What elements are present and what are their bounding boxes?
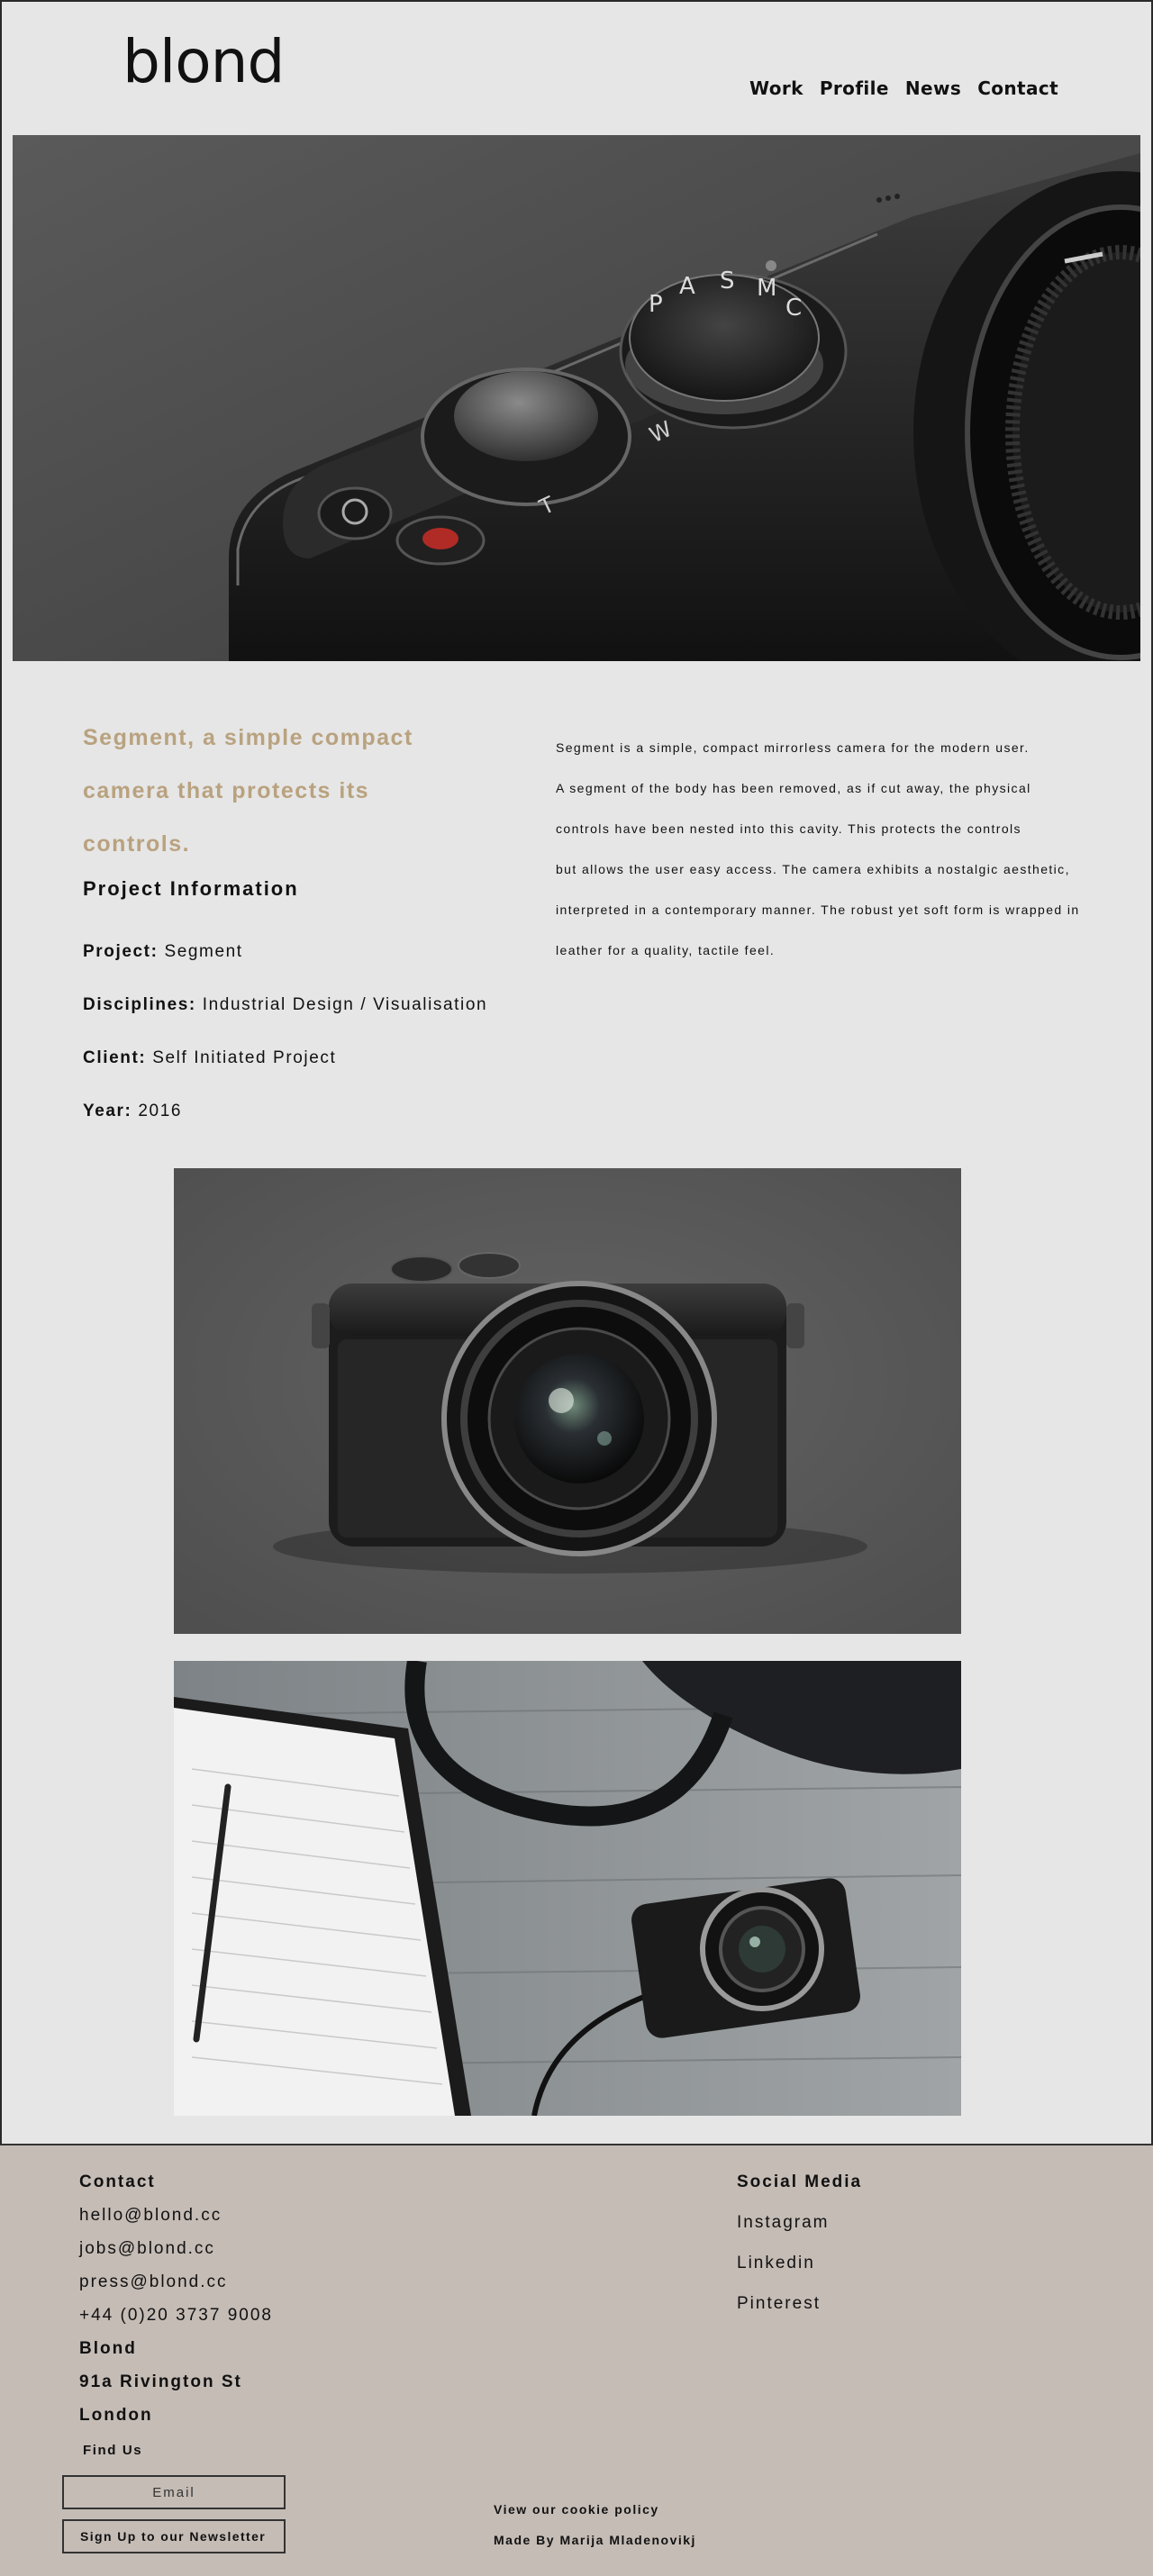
address-city: London: [79, 2406, 153, 2425]
svg-text:A: A: [679, 273, 695, 300]
address-name: Blond: [79, 2339, 137, 2358]
description-line: A segment of the body has been removed, …: [556, 781, 1031, 795]
project-headline: Segment, a simple compact camera that pr…: [83, 712, 461, 871]
headline-line: camera that protects its: [83, 778, 370, 803]
meta-year: Year: 2016: [83, 1102, 182, 1121]
nav-item-news[interactable]: News: [905, 77, 961, 99]
meta-disciplines: Disciplines: Industrial Design / Visuali…: [83, 995, 487, 1015]
site-credit: Made By Marija Mladenovikj: [494, 2533, 696, 2547]
headline-line: controls.: [83, 831, 191, 857]
svg-text:P: P: [649, 291, 663, 318]
meta-label: Year:: [83, 1102, 132, 1120]
project-info-title: Project Information: [83, 877, 299, 900]
meta-project: Project: Segment: [83, 942, 243, 962]
project-description: Segment is a simple, compact mirrorless …: [556, 728, 1132, 971]
social-link-pinterest[interactable]: Pinterest: [737, 2294, 821, 2314]
social-link-instagram[interactable]: Instagram: [737, 2213, 829, 2233]
address-street: 91a Rivington St: [79, 2372, 242, 2391]
contact-title: Contact: [79, 2172, 156, 2191]
meta-label: Project:: [83, 942, 159, 961]
description-line: Segment is a simple, compact mirrorless …: [556, 740, 1030, 755]
logo[interactable]: blond: [123, 32, 285, 92]
find-us-link[interactable]: Find Us: [83, 2443, 142, 2458]
newsletter-signup-button[interactable]: Sign Up to our Newsletter: [62, 2519, 286, 2553]
main-nav: Work Profile News Contact: [749, 77, 1058, 99]
cookie-policy-link[interactable]: View our cookie policy: [494, 2502, 659, 2517]
meta-value: Self Initiated Project: [152, 1048, 337, 1067]
description-line: interpreted in a contemporary manner. Th…: [556, 903, 1080, 917]
svg-text:C: C: [785, 295, 802, 322]
description-line: but allows the user easy access. The cam…: [556, 862, 1070, 876]
hero-camera-illustration: P A S M C W T: [13, 135, 1140, 661]
description-line: leather for a quality, tactile feel.: [556, 943, 776, 957]
headline-line: Segment, a simple compact: [83, 725, 413, 750]
svg-text:M: M: [757, 275, 776, 302]
hero-image: P A S M C W T: [13, 135, 1140, 661]
meta-value: 2016: [138, 1102, 183, 1120]
social-link-linkedin[interactable]: Linkedin: [737, 2254, 815, 2273]
lifestyle-illustration: [174, 1661, 961, 2116]
camera-front-image: [174, 1168, 961, 1634]
social-title: Social Media: [737, 2172, 863, 2191]
meta-label: Disciplines:: [83, 995, 196, 1014]
meta-value: Segment: [164, 942, 243, 961]
camera-front-illustration: [174, 1168, 961, 1634]
description-line: controls have been nested into this cavi…: [556, 821, 1021, 836]
nav-item-profile[interactable]: Profile: [820, 77, 889, 99]
contact-email-hello[interactable]: hello@blond.cc: [79, 2206, 222, 2226]
contact-email-jobs[interactable]: jobs@blond.cc: [79, 2239, 215, 2259]
newsletter-email-input[interactable]: [62, 2475, 286, 2509]
svg-text:S: S: [720, 268, 735, 295]
meta-label: Client:: [83, 1048, 147, 1067]
contact-email-press[interactable]: press@blond.cc: [79, 2272, 228, 2292]
meta-client: Client: Self Initiated Project: [83, 1048, 336, 1068]
nav-item-work[interactable]: Work: [749, 77, 803, 99]
camera-lifestyle-image: [174, 1661, 961, 2116]
nav-item-contact[interactable]: Contact: [977, 77, 1058, 99]
meta-value: Industrial Design / Visualisation: [202, 995, 488, 1014]
contact-phone[interactable]: +44 (0)20 3737 9008: [79, 2306, 273, 2326]
